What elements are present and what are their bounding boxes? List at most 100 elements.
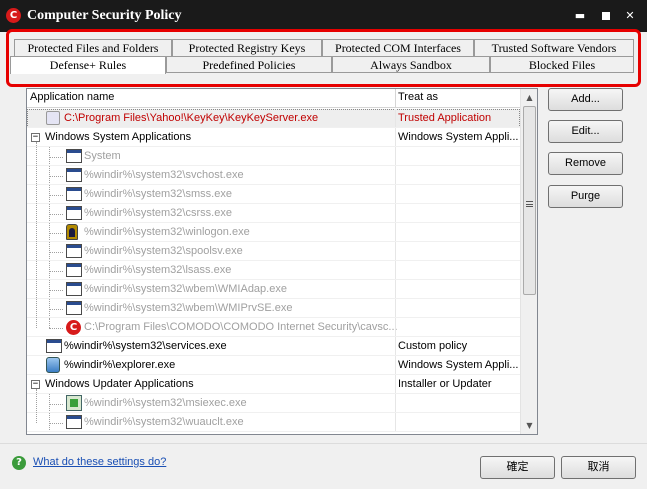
table-row[interactable]: %windir%\system32\csrss.exe (27, 204, 520, 223)
cancel-button[interactable]: 取消 (561, 456, 636, 479)
tree-connector (49, 290, 63, 291)
window-icon (46, 339, 62, 353)
help-icon: ? (12, 456, 26, 470)
help-link[interactable]: What do these settings do? (33, 456, 166, 468)
column-header-treat-as[interactable]: Treat as (398, 91, 438, 103)
ok-button[interactable]: 確定 (480, 456, 555, 479)
tree-connector (49, 404, 63, 405)
table-row[interactable]: %windir%\system32\services.exe Custom pol… (27, 337, 520, 356)
security-policy-window: C Computer Security Policy ▬ ✕ Protected… (0, 0, 647, 489)
group-row[interactable]: − Windows Updater Applications Installer o… (27, 375, 520, 394)
tree-connector (49, 242, 50, 261)
column-separator (395, 375, 396, 394)
tree-connector (49, 166, 50, 185)
collapse-icon[interactable]: − (31, 133, 40, 142)
column-separator (395, 166, 396, 185)
window-icon (66, 301, 82, 315)
tabs-highlight-box (6, 29, 641, 87)
keykey-icon (46, 111, 60, 125)
tree-connector (49, 280, 50, 299)
remove-button[interactable]: Remove (548, 152, 623, 175)
maximize-icon (602, 12, 610, 20)
collapse-icon[interactable]: − (31, 380, 40, 389)
scroll-down-button[interactable]: ▼ (521, 417, 537, 434)
column-separator (395, 413, 396, 432)
column-separator (395, 337, 396, 356)
add-button[interactable]: Add... (548, 88, 623, 111)
application-name: %windir%\system32\wbem\WMIAdap.exe (84, 283, 287, 295)
column-separator (395, 280, 396, 299)
footer-divider (0, 443, 647, 444)
row-gridline (27, 431, 520, 432)
table-row[interactable]: System (27, 147, 520, 166)
column-separator (395, 128, 396, 147)
tree-connector (49, 223, 50, 242)
application-name: %windir%\system32\wbem\WMIPrvSE.exe (84, 302, 293, 314)
tree-connector (49, 328, 63, 329)
scroll-thumb[interactable] (523, 106, 536, 295)
treat-as-value: Trusted Application (398, 112, 492, 124)
column-separator (395, 223, 396, 242)
tree-connector (49, 309, 63, 310)
table-row[interactable]: %windir%\explorer.exe Windows System Appl… (27, 356, 520, 375)
column-separator (395, 147, 396, 166)
column-separator (395, 261, 396, 280)
maximize-button[interactable] (598, 8, 614, 24)
treat-as-value: Windows System Appli... (398, 359, 519, 371)
table-row[interactable]: %windir%\system32\smss.exe (27, 185, 520, 204)
purge-button[interactable]: Purge (548, 185, 623, 208)
treat-as-value: Installer or Updater (398, 378, 492, 390)
edit-button[interactable]: Edit... (548, 120, 623, 143)
table-row[interactable]: %windir%\system32\msiexec.exe (27, 394, 520, 413)
table-row[interactable]: %windir%\system32\svchost.exe (27, 166, 520, 185)
window-icon (66, 244, 82, 258)
table-row[interactable]: %windir%\system32\spoolsv.exe (27, 242, 520, 261)
table-row[interactable]: %windir%\system32\lsass.exe (27, 261, 520, 280)
treat-as-value: Custom policy (398, 340, 468, 352)
table-row[interactable]: %windir%\system32\wuauclt.exe (27, 413, 520, 432)
window-icon (66, 206, 82, 220)
explorer-icon (46, 357, 60, 373)
tree-connector (49, 423, 63, 424)
table-row[interactable]: %windir%\system32\winlogon.exe (27, 223, 520, 242)
minimize-button[interactable]: ▬ (572, 8, 588, 24)
scroll-up-button[interactable]: ▲ (521, 89, 537, 106)
tree-connector (49, 185, 50, 204)
table-row[interactable]: C:\Program Files\Yahoo!\KeyKey\KeyKeySer… (27, 109, 520, 128)
column-separator (395, 299, 396, 318)
close-button[interactable]: ✕ (622, 8, 638, 24)
window-title: Computer Security Policy (27, 8, 182, 23)
column-separator (395, 185, 396, 204)
window-icon (66, 187, 82, 201)
treat-as-value: Windows System Appli... (398, 131, 519, 143)
list-header: Application name Treat as (27, 89, 520, 108)
group-row[interactable]: − Windows System Applications Windows Syst… (27, 128, 520, 147)
window-icon (66, 168, 82, 182)
application-name: %windir%\system32\csrss.exe (84, 207, 232, 219)
application-name: Windows System Applications (45, 131, 192, 143)
column-separator (395, 318, 396, 337)
vertical-scrollbar[interactable]: ▲ ▼ (520, 89, 537, 434)
column-separator[interactable] (395, 89, 396, 108)
application-name: %windir%\system32\services.exe (64, 340, 227, 352)
tree-connector (49, 176, 63, 177)
window-icon (66, 282, 82, 296)
table-row[interactable]: %windir%\system32\wbem\WMIAdap.exe (27, 280, 520, 299)
scroll-grip-icon (526, 201, 533, 207)
window-icon (66, 263, 82, 277)
column-separator (395, 242, 396, 261)
tree-connector (49, 252, 63, 253)
title-bar[interactable]: C Computer Security Policy ▬ ✕ (0, 0, 647, 32)
tree-connector (49, 147, 50, 166)
comodo-icon: C (66, 320, 81, 335)
tree-connector (49, 261, 50, 280)
table-row[interactable]: C C:\Program Files\COMODO\COMODO Internet… (27, 318, 520, 337)
tree-connector (49, 233, 63, 234)
tree-connector (49, 271, 63, 272)
table-row[interactable]: %windir%\system32\wbem\WMIPrvSE.exe (27, 299, 520, 318)
application-list[interactable]: Application name Treat as C:\Program Fil… (26, 88, 538, 435)
column-header-application-name[interactable]: Application name (30, 91, 114, 103)
column-separator (395, 204, 396, 223)
application-name: System (84, 150, 121, 162)
application-name: %windir%\system32\svchost.exe (84, 169, 244, 181)
